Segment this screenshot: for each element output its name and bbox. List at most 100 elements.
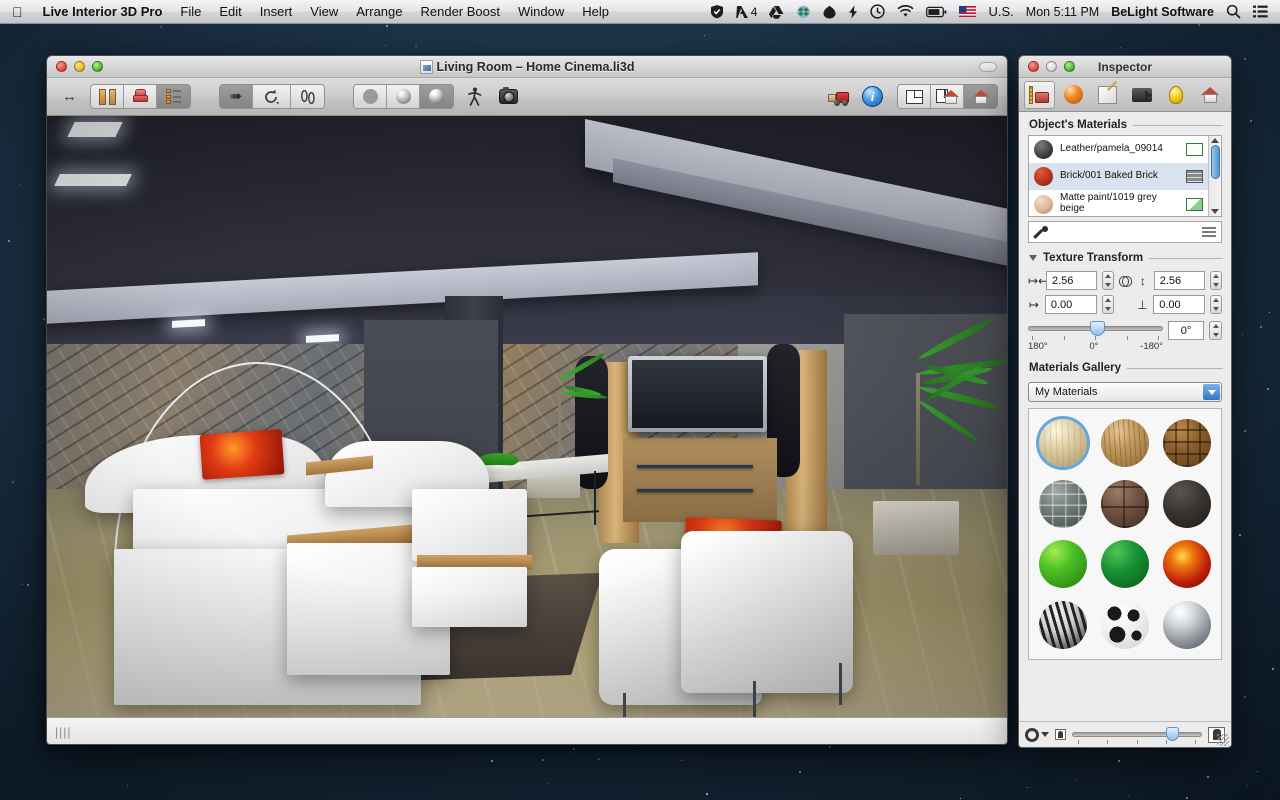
flat-render-button[interactable] [354, 85, 387, 108]
material-row-brick[interactable]: Brick/001 Baked Brick [1029, 163, 1208, 190]
disclosure-triangle-open[interactable] [1029, 255, 1037, 261]
notification-center-icon[interactable] [1247, 5, 1274, 18]
gear-action-menu[interactable] [1025, 727, 1049, 742]
small-thumbnail-icon[interactable] [1055, 729, 1066, 740]
swatch-cell[interactable] [1095, 477, 1155, 531]
material-row-leather[interactable]: Leather/pamela_09014 [1029, 136, 1208, 163]
rotation-slider[interactable] [1028, 321, 1163, 336]
menu-insert[interactable]: Insert [251, 0, 302, 24]
time-machine-icon[interactable] [864, 4, 891, 19]
tab-building[interactable] [1195, 81, 1226, 109]
swatch-oak-wood[interactable] [1101, 418, 1149, 467]
texture-offset-x-stepper[interactable] [1101, 295, 1114, 314]
swatch-cow-spots[interactable] [1101, 601, 1149, 650]
flash-icon[interactable] [842, 5, 864, 19]
menubar-clock[interactable]: Mon 5:11 PM [1020, 0, 1105, 24]
rotate-tool[interactable] [253, 85, 291, 108]
swatch-cell[interactable] [1033, 477, 1093, 531]
texture-width-input[interactable]: 2.56 [1046, 271, 1098, 290]
swatch-cell[interactable] [1157, 477, 1217, 531]
swatch-fire[interactable] [1163, 540, 1211, 589]
material-row-matte-paint[interactable]: Matte paint/1019 grey beige [1029, 190, 1208, 216]
menubar-user[interactable]: BeLight Software [1105, 0, 1220, 24]
swatch-chrome[interactable] [1163, 601, 1211, 650]
menu-view[interactable]: View [301, 0, 347, 24]
walkthrough-button[interactable] [461, 83, 488, 110]
swatch-light-wood[interactable] [1039, 418, 1087, 467]
shield-icon[interactable] [704, 4, 730, 19]
swatch-cell[interactable] [1095, 598, 1155, 652]
swatch-zebra[interactable] [1039, 601, 1087, 650]
texture-width-stepper[interactable] [1102, 271, 1115, 290]
objects-materials-list[interactable]: Leather/pamela_09014 Brick/001 Baked Bri… [1028, 135, 1222, 217]
3d-view-button[interactable] [964, 85, 997, 108]
tab-materials[interactable] [1058, 81, 1089, 109]
window-title-bar[interactable]: Living Room – Home Cinema.li3d [47, 56, 1007, 78]
tab-light[interactable] [1161, 81, 1192, 109]
eyedropper-icon[interactable] [1034, 225, 1049, 240]
floorplan-view-button[interactable] [898, 85, 931, 108]
objects-library-button[interactable] [91, 85, 124, 108]
swatch-cell[interactable] [1033, 598, 1093, 652]
swatch-brown-leather[interactable] [1101, 479, 1149, 528]
menu-app-name[interactable]: Live Interior 3D Pro [34, 0, 172, 24]
split-view-button[interactable] [931, 85, 964, 108]
swatch-cell[interactable] [1157, 416, 1217, 470]
us-flag-icon[interactable] [953, 6, 982, 17]
tab-object[interactable] [1023, 80, 1055, 109]
apple-logo-icon[interactable]:  [0, 5, 34, 19]
texture-badge[interactable] [1186, 143, 1203, 156]
materials-collection-select[interactable]: My Materials [1028, 382, 1222, 402]
rotation-value-input[interactable]: 0° [1168, 321, 1204, 340]
texture-height-stepper[interactable] [1210, 271, 1222, 290]
brick-badge[interactable] [1186, 170, 1203, 183]
swatch-cell[interactable] [1095, 416, 1155, 470]
materials-scrollbar[interactable] [1208, 136, 1221, 216]
swatch-parquet-wood[interactable] [1163, 418, 1211, 467]
scrollbar-thumb[interactable] [1210, 145, 1220, 179]
search-icon[interactable] [1220, 4, 1247, 19]
select-tool[interactable]: ➠ [220, 85, 253, 108]
toolbar-toggle-button[interactable] [979, 61, 997, 72]
tab-edit[interactable] [1092, 81, 1123, 109]
glossy-render-button[interactable] [420, 85, 453, 108]
evernote-icon[interactable] [817, 5, 842, 19]
texture-height-input[interactable]: 2.56 [1153, 271, 1206, 290]
swatch-dark-green[interactable] [1101, 540, 1149, 589]
battery-icon[interactable] [920, 6, 953, 18]
swatch-cell[interactable] [1095, 538, 1155, 592]
texture-transform-header[interactable]: Texture Transform [1019, 243, 1231, 268]
rotation-stepper[interactable] [1209, 321, 1222, 340]
slider-knob[interactable] [1165, 726, 1179, 741]
swatch-cell[interactable] [1157, 538, 1217, 592]
menu-render-boost[interactable]: Render Boost [412, 0, 510, 24]
adobe-icon[interactable]: 4 [730, 0, 764, 24]
wifi-icon[interactable] [891, 5, 920, 18]
shaded-render-button[interactable] [387, 85, 420, 108]
list-menu-icon[interactable] [1202, 227, 1216, 237]
status-grip-handle[interactable]: |||| [55, 725, 71, 739]
swatch-stone-wall[interactable] [1039, 479, 1087, 528]
info-button[interactable]: i [859, 83, 886, 110]
swatch-cell[interactable] [1033, 416, 1093, 470]
swatch-cell[interactable] [1033, 538, 1093, 592]
menu-help[interactable]: Help [573, 0, 618, 24]
paint-badge[interactable] [1186, 197, 1203, 211]
scroll-up-arrow[interactable] [1211, 138, 1219, 143]
menu-window[interactable]: Window [509, 0, 573, 24]
walk-tool[interactable] [291, 85, 324, 108]
texture-offset-y-stepper[interactable] [1209, 295, 1222, 314]
menu-arrange[interactable]: Arrange [347, 0, 411, 24]
thumbnail-size-slider[interactable] [1072, 726, 1202, 744]
chevron-down-icon[interactable] [1203, 384, 1220, 400]
inspector-title-bar[interactable]: Inspector [1019, 56, 1231, 78]
menu-file[interactable]: File [171, 0, 210, 24]
swatch-light-green[interactable] [1039, 540, 1087, 589]
render-boost-button[interactable] [825, 83, 852, 110]
texture-offset-x-input[interactable]: 0.00 [1044, 295, 1097, 314]
slider-knob[interactable] [1090, 321, 1106, 336]
swatch-cell[interactable] [1157, 598, 1217, 652]
resize-width-icon[interactable]: ↔ [56, 83, 83, 110]
furniture-library-button[interactable] [124, 85, 157, 108]
scroll-down-arrow[interactable] [1211, 209, 1219, 214]
